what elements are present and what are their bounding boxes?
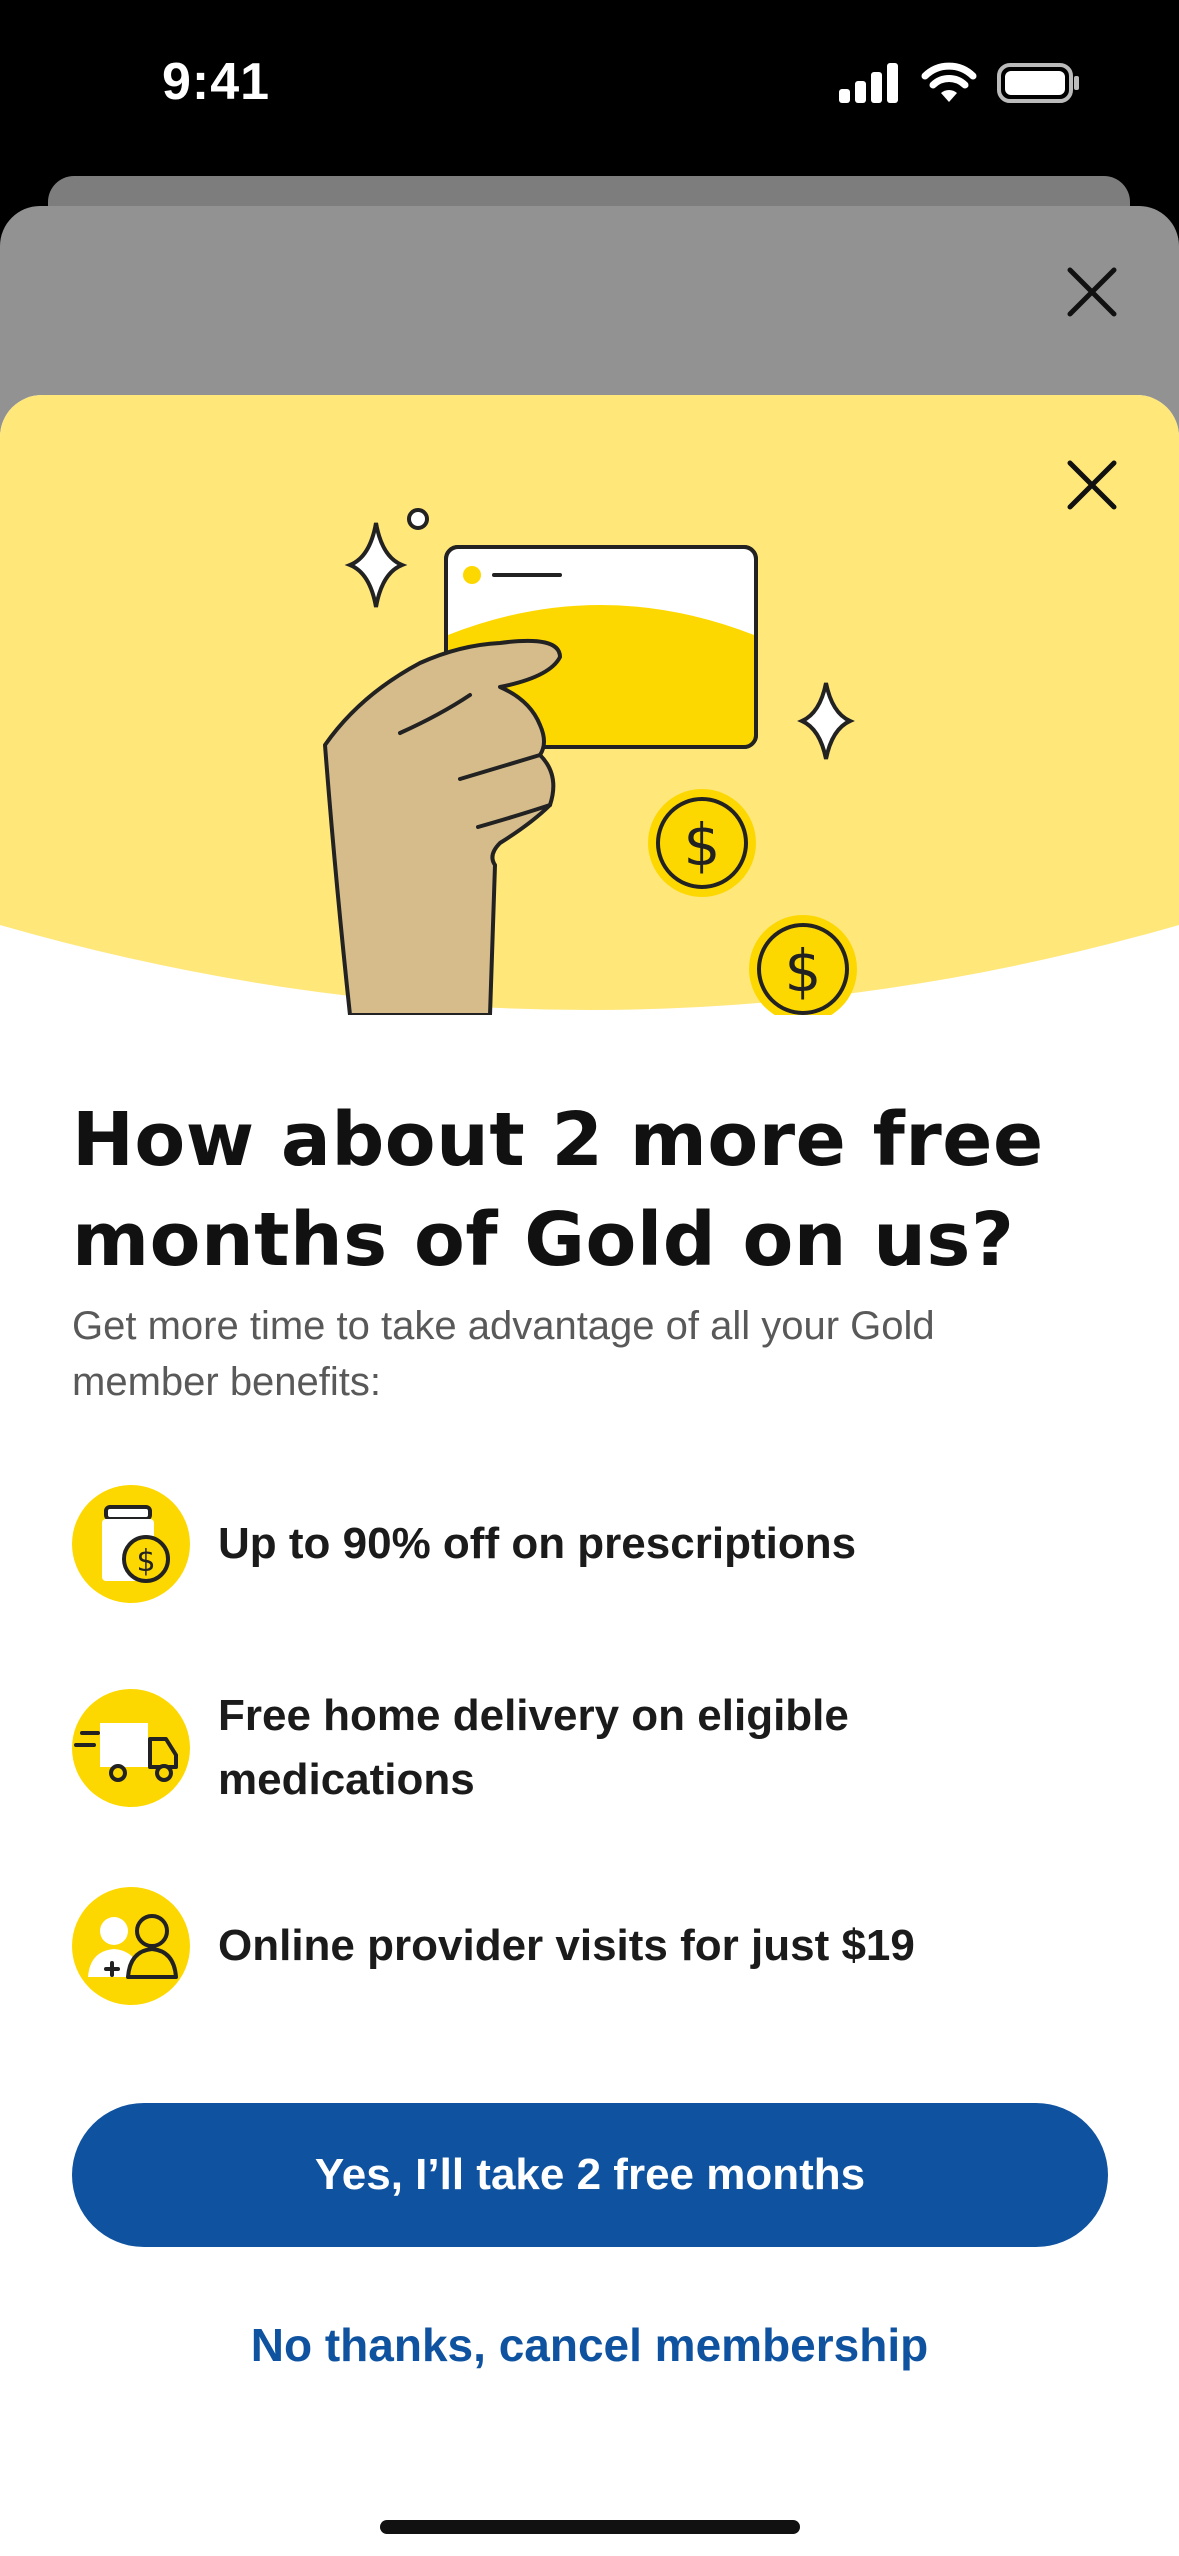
close-icon <box>1067 267 1117 317</box>
benefit-item: Free home delivery on eligible medicatio… <box>72 1684 1112 1812</box>
svg-text:$: $ <box>136 1544 155 1579</box>
close-button[interactable] <box>1062 455 1122 515</box>
prescription-discount-icon: $ <box>72 1485 190 1603</box>
status-time: 9:41 <box>162 53 271 111</box>
svg-text:$: $ <box>785 937 822 1005</box>
cancel-membership-link[interactable]: No thanks, cancel membership <box>0 2318 1179 2372</box>
status-bar: 9:41 <box>0 0 1179 170</box>
benefit-item: Online provider visits for just $19 <box>72 1887 1112 2005</box>
hero-illustration: $ $ <box>0 395 1179 1015</box>
svg-text:$: $ <box>684 811 721 879</box>
cellular-signal-icon <box>839 63 898 103</box>
home-indicator <box>380 2520 800 2534</box>
accept-offer-button[interactable]: Yes, I’ll take 2 free months <box>72 2103 1108 2247</box>
benefit-text: Online provider visits for just $19 <box>218 1921 915 1970</box>
benefit-text: Up to 90% off on prescriptions <box>218 1519 857 1568</box>
wifi-icon <box>921 62 977 102</box>
provider-visit-icon <box>72 1887 190 2005</box>
battery-icon <box>997 63 1079 103</box>
modal-subtitle: Get more time to take advantage of all y… <box>72 1304 935 1404</box>
benefit-text: Free home delivery on eligible medicatio… <box>218 1691 849 1804</box>
delivery-truck-icon <box>72 1689 190 1807</box>
benefit-item: $ Up to 90% off on prescriptions <box>72 1485 1112 1603</box>
status-icons <box>839 62 1081 104</box>
modal-title: How about 2 more free months of Gold on … <box>72 1097 1044 1283</box>
